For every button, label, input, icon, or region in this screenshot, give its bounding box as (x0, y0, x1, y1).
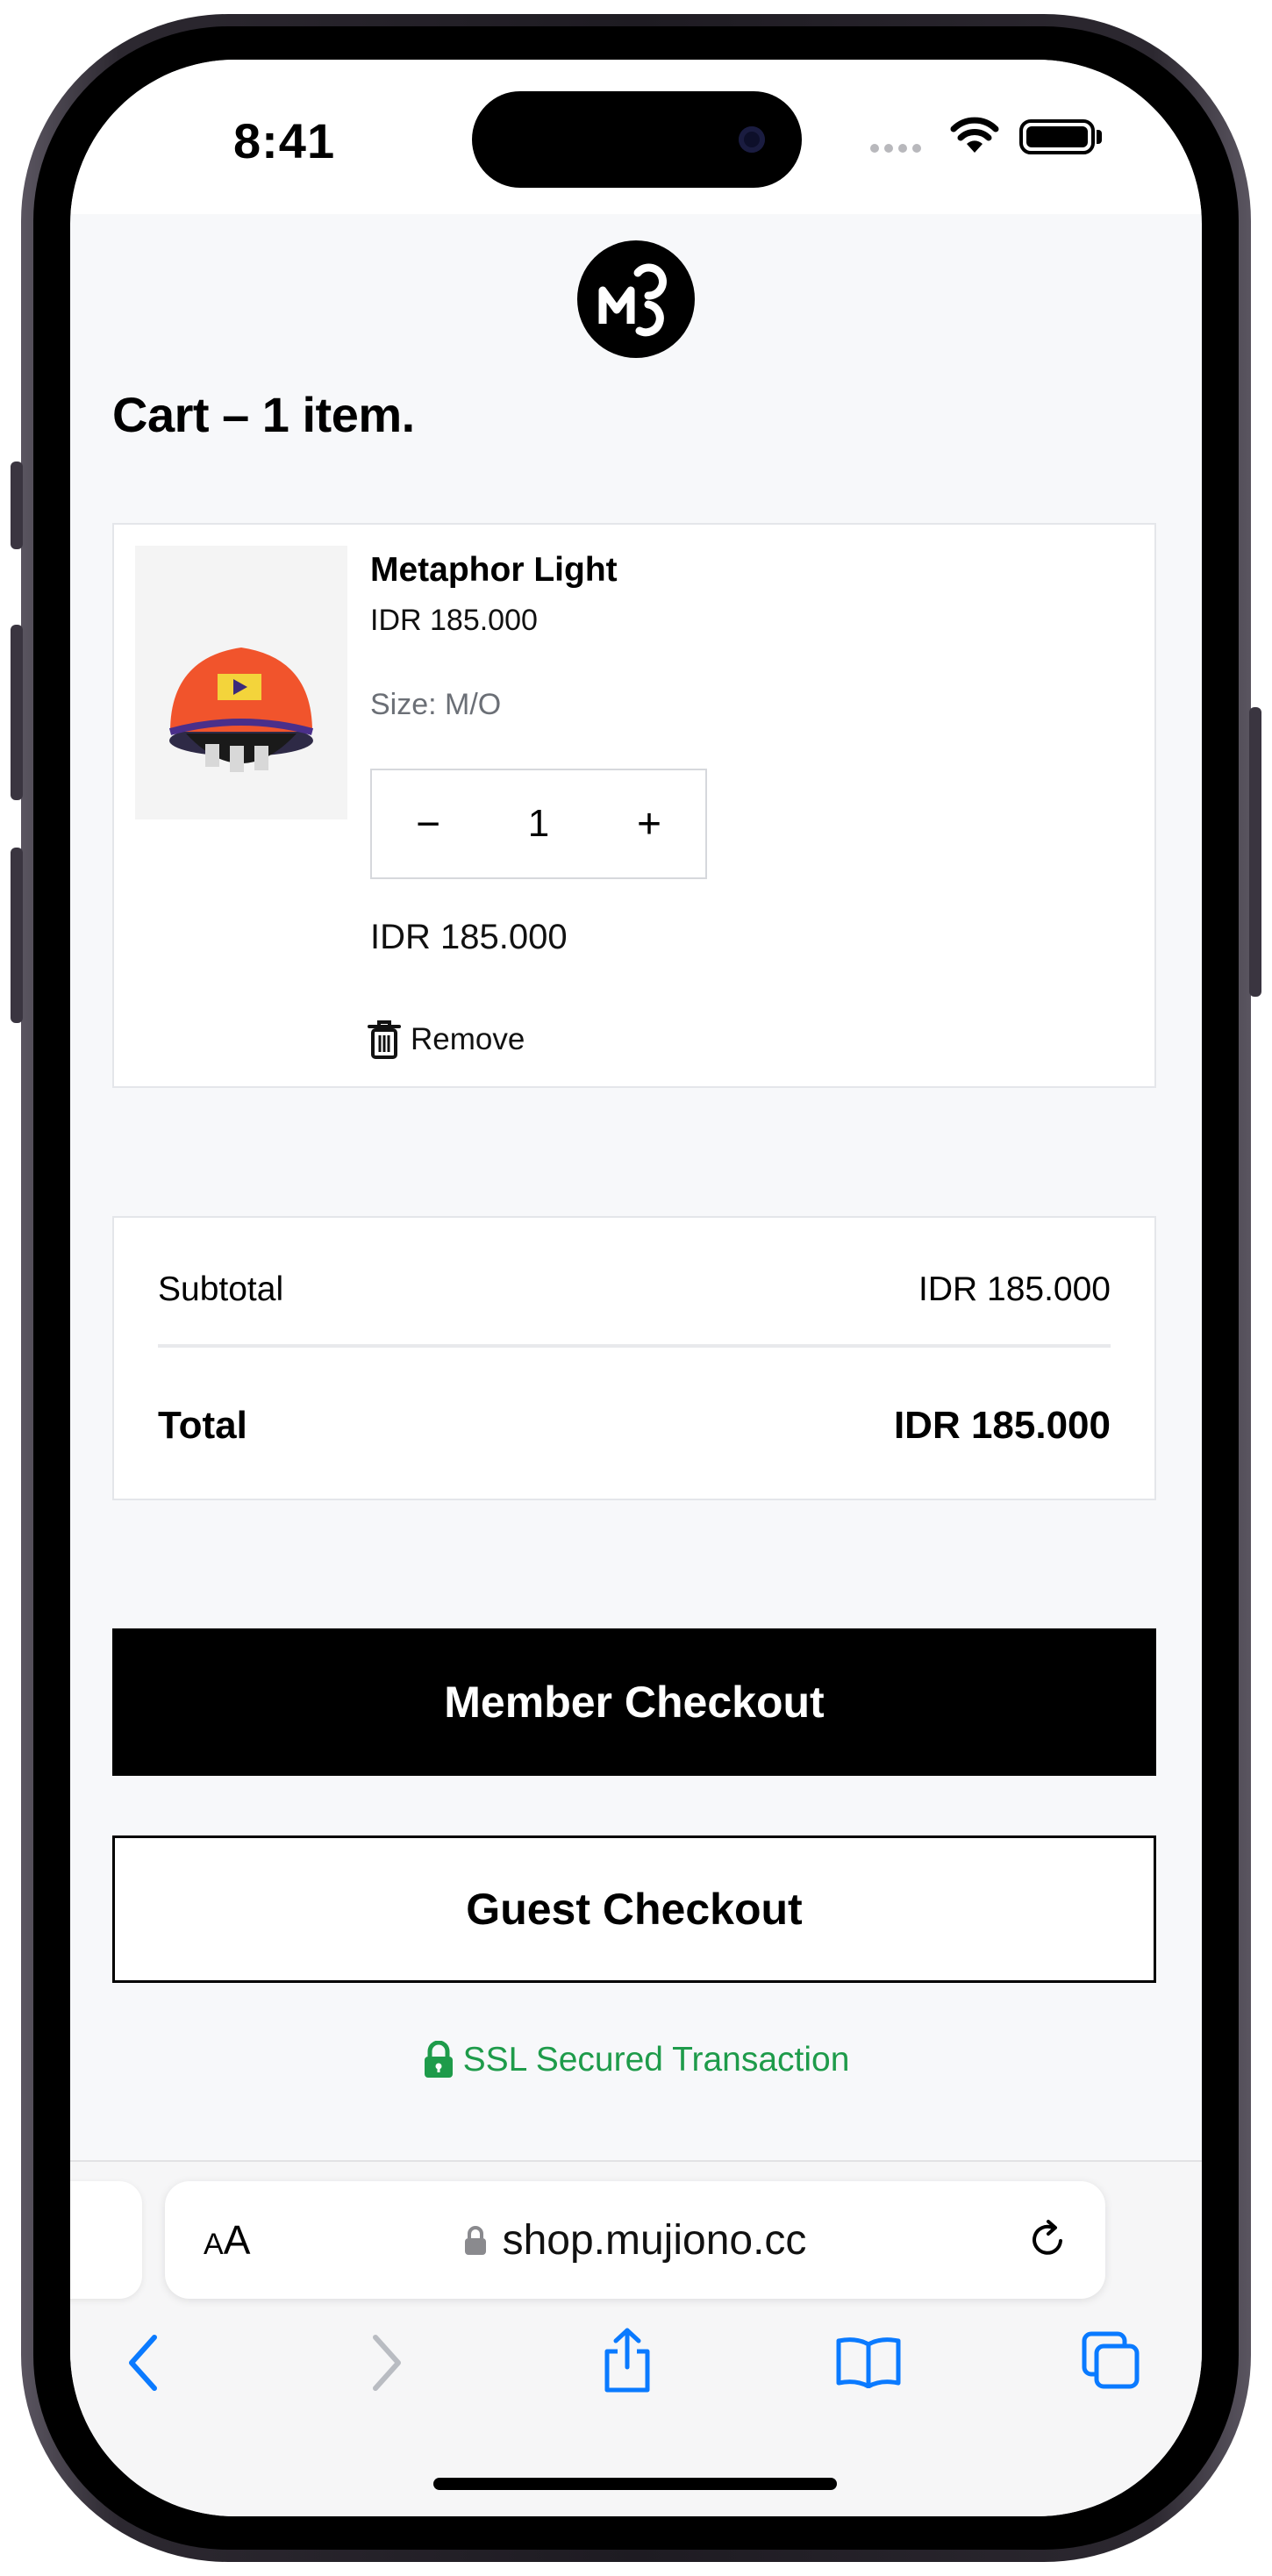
total-label: Total (158, 1404, 247, 1447)
order-summary: Subtotal IDR 185.000 Total IDR 185.000 (112, 1216, 1156, 1500)
lock-icon (424, 2041, 453, 2078)
increase-quantity-button[interactable]: + (593, 770, 705, 877)
brand-logo[interactable] (577, 240, 695, 358)
action-button (11, 462, 23, 549)
subtotal-label: Subtotal (158, 1270, 284, 1308)
status-bar: 8:41 (70, 60, 1202, 214)
screen: 8:41 Cart – 1 item. Metaphor Light IDR 1… (70, 60, 1202, 2516)
url-display[interactable]: shop.mujiono.cc (165, 2216, 1105, 2265)
cellular-signal-icon (870, 144, 921, 153)
forward-icon[interactable] (368, 2334, 404, 2392)
wifi-icon (950, 117, 999, 153)
product-price: IDR 185.000 (370, 604, 538, 637)
ssl-note-text: SSL Secured Transaction (462, 2041, 850, 2079)
quantity-value[interactable]: 1 (484, 802, 593, 846)
reload-icon[interactable] (1025, 2216, 1070, 2262)
home-indicator[interactable] (433, 2478, 837, 2490)
cart-item-card: Metaphor Light IDR 185.000 Size: M/O − 1… (112, 523, 1156, 1088)
remove-button[interactable]: Remove (367, 1020, 525, 1060)
logo-mark-icon (598, 263, 667, 337)
quantity-stepper: − 1 + (370, 769, 707, 879)
trash-icon (368, 1020, 401, 1059)
share-icon[interactable] (600, 2327, 654, 2394)
remove-label: Remove (411, 1022, 525, 1056)
product-size: Size: M/O (370, 688, 502, 721)
camera-icon (739, 126, 765, 153)
line-total: IDR 185.000 (370, 918, 568, 956)
power-button (1249, 707, 1261, 997)
cap-image (168, 648, 314, 772)
url-text: shop.mujiono.cc (502, 2217, 807, 2264)
address-bar[interactable]: AA shop.mujiono.cc (165, 2181, 1105, 2299)
subtotal-value: IDR 185.000 (918, 1270, 1111, 1308)
bookmarks-icon[interactable] (835, 2336, 902, 2388)
summary-divider (158, 1344, 1111, 1348)
ssl-secured-note: SSL Secured Transaction (70, 2041, 1202, 2079)
safari-toolbar-area: AA shop.mujiono.cc (70, 2160, 1202, 2516)
dynamic-island (472, 91, 802, 188)
decrease-quantity-button[interactable]: − (372, 770, 484, 877)
total-value: IDR 185.000 (893, 1404, 1111, 1447)
guest-checkout-button[interactable]: Guest Checkout (112, 1835, 1156, 1983)
previous-tab-preview[interactable] (70, 2181, 142, 2299)
tabs-icon[interactable] (1081, 2330, 1142, 2392)
member-checkout-button[interactable]: Member Checkout (112, 1628, 1156, 1776)
page-title: Cart – 1 item. (112, 387, 415, 442)
product-name[interactable]: Metaphor Light (370, 551, 618, 590)
status-time: 8:41 (233, 113, 336, 168)
battery-cap (1097, 130, 1102, 144)
battery-icon (1019, 119, 1095, 154)
volume-down-button (11, 848, 23, 1023)
browser-nav-toolbar (70, 2325, 1202, 2413)
lock-icon (464, 2225, 486, 2255)
back-icon[interactable] (126, 2334, 161, 2392)
product-image[interactable] (135, 546, 347, 819)
volume-up-button (11, 625, 23, 800)
